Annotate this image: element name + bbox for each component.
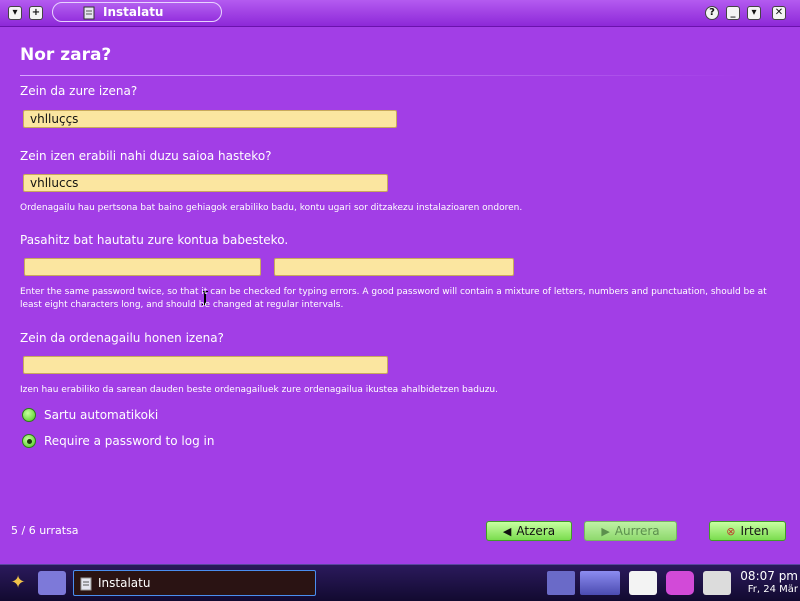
- help-icon[interactable]: ?: [705, 6, 719, 20]
- shade-icon[interactable]: ▾: [747, 6, 761, 20]
- power-icon[interactable]: [703, 571, 731, 595]
- auto-login-label: Sartu automatikoki: [44, 408, 159, 422]
- clipboard-icon[interactable]: [629, 571, 657, 595]
- back-button-label: Atzera: [516, 524, 556, 538]
- start-menu-icon[interactable]: ✦: [3, 571, 33, 595]
- clock-time: 08:07 pm: [740, 569, 798, 583]
- quit-button[interactable]: ⊗ Irten: [709, 521, 786, 541]
- installer-page: Nor zara? Zein da zure izena? vhlluççs Z…: [0, 27, 800, 562]
- login-label: Zein izen erabili nahi duzu saioa hastek…: [20, 149, 272, 163]
- installer-icon: [83, 6, 95, 20]
- window-titlebar: ▾ + Instalatu ? _ ▾ ✕: [0, 0, 800, 27]
- quit-icon: ⊗: [726, 524, 736, 538]
- require-password-label: Require a password to log in: [44, 434, 215, 448]
- pager-icon[interactable]: [580, 571, 620, 595]
- window-menu-icon[interactable]: ▾: [8, 6, 22, 20]
- username-input[interactable]: vhlluccs: [23, 174, 388, 192]
- taskbar-window-button[interactable]: Instalatu: [73, 570, 316, 596]
- clock[interactable]: 08:07 pm Fr, 24 Mär: [738, 569, 798, 596]
- window-tab[interactable]: Instalatu: [52, 2, 222, 22]
- password-confirm-input[interactable]: [274, 258, 514, 276]
- installer-task-icon: [80, 577, 92, 591]
- back-arrow-icon: ◀: [502, 524, 512, 538]
- require-password-radio[interactable]: [22, 434, 36, 448]
- home-folder-icon[interactable]: [38, 571, 66, 595]
- auto-login-radio[interactable]: [22, 408, 36, 422]
- network-icon[interactable]: [666, 571, 694, 595]
- window-title: Instalatu: [103, 5, 164, 19]
- close-icon[interactable]: ✕: [772, 6, 786, 20]
- minimize-icon[interactable]: _: [726, 6, 740, 20]
- taskbar: ✦ Instalatu 08:07 pm Fr, 24 Mär: [0, 564, 800, 601]
- taskbar-window-label: Instalatu: [98, 576, 151, 590]
- full-name-input[interactable]: vhlluççs: [23, 110, 397, 128]
- forward-button-label: Aurrera: [614, 524, 660, 538]
- workspace-switcher-icon[interactable]: [547, 571, 575, 595]
- forward-button[interactable]: ▶ Aurrera: [584, 521, 677, 541]
- step-indicator: 5 / 6 urratsa: [11, 524, 79, 537]
- computer-name-input[interactable]: [23, 356, 388, 374]
- auto-login-option[interactable]: Sartu automatikoki: [22, 408, 158, 422]
- username-hint: Ordenagailu hau pertsona bat baino gehia…: [20, 203, 523, 213]
- quit-button-label: Irten: [740, 524, 769, 538]
- clock-date: Fr, 24 Mär: [747, 584, 798, 595]
- page-title: Nor zara?: [20, 45, 112, 65]
- computer-name-label: Zein da ordenagailu honen izena?: [20, 331, 224, 345]
- computer-name-hint: Izen hau erabiliko da sarean dauden best…: [20, 385, 498, 395]
- require-password-option[interactable]: Require a password to log in: [22, 434, 214, 448]
- password-hint: Enter the same password twice, so that i…: [20, 287, 767, 310]
- forward-arrow-icon: ▶: [601, 524, 610, 538]
- password-input[interactable]: [24, 258, 261, 276]
- password-label: Pasahitz bat hautatu zure kontua babeste…: [20, 233, 289, 247]
- name-label: Zein da zure izena?: [20, 84, 138, 98]
- title-divider: [20, 75, 742, 76]
- new-window-icon[interactable]: +: [29, 6, 43, 20]
- back-button[interactable]: ◀ Atzera: [486, 521, 572, 541]
